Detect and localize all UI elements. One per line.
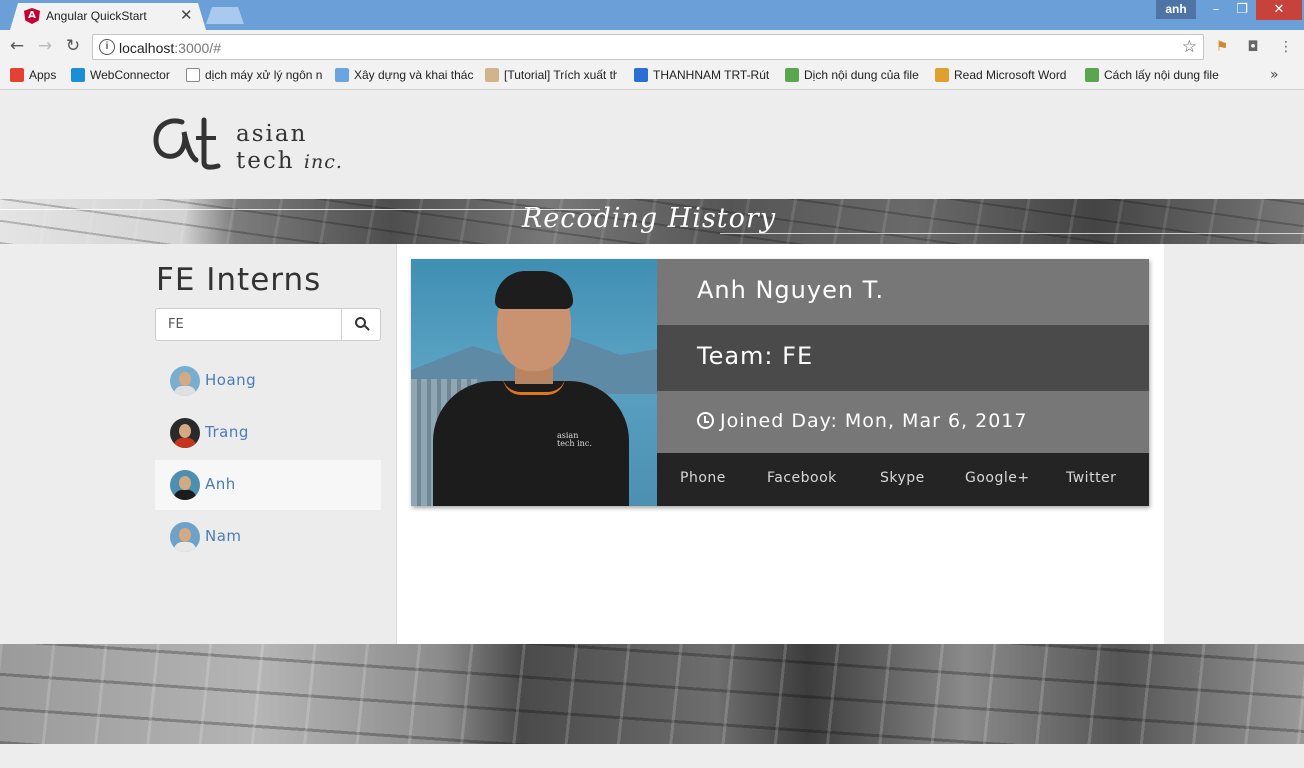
page-body: asian tech inc. Recoding History FE Inte… <box>0 91 1304 768</box>
clock-icon <box>697 412 714 429</box>
search-input[interactable]: FE <box>155 308 342 341</box>
bookmark-item[interactable]: [Tutorial] Trích xuất th <box>485 68 617 86</box>
avatar <box>170 418 200 448</box>
bookmark-label: [Tutorial] Trích xuất th <box>504 68 617 82</box>
back-arrow-icon[interactable]: ← <box>6 35 28 57</box>
site-info-icon[interactable]: i <box>99 39 115 55</box>
bookmark-label: WebConnector <box>90 68 170 82</box>
address-bar[interactable]: i localhost:3000/# ☆ <box>92 34 1204 60</box>
bookmark-item[interactable]: Cách lấy nội dung file <box>1085 68 1225 86</box>
bookmark-item[interactable]: Read Microsoft Word <box>935 68 1073 86</box>
intern-name: Hoang <box>205 371 257 389</box>
footer-banner <box>0 644 1304 744</box>
intern-list-item[interactable]: Trang <box>155 408 381 458</box>
bookmark-label: THANHNAM TRT-Rút <box>653 68 770 82</box>
social-link-facebook[interactable]: Facebook <box>767 470 837 486</box>
profile-joined: Joined Day: Mon, Mar 6, 2017 <box>720 410 1028 432</box>
bookmark-label: Read Microsoft Word <box>954 68 1067 82</box>
profile-team-row: Team: FE <box>657 325 1149 391</box>
intern-list-item[interactable]: Anh <box>155 460 381 510</box>
bookmark-label: Dịch nội dung của file <box>804 68 919 82</box>
bookmark-item[interactable]: dịch máy xử lý ngôn n <box>186 68 324 86</box>
bookmark-label: Cách lấy nội dung file <box>1104 68 1219 82</box>
new-tab-button[interactable] <box>206 7 244 24</box>
intern-name: Anh <box>205 475 236 493</box>
bookmark-label: Apps <box>29 68 57 82</box>
profile-joined-row: Joined Day: Mon, Mar 6, 2017 <box>657 391 1149 453</box>
sidebar-title: FE Interns <box>156 262 322 298</box>
profile-photo: asian tech inc. <box>411 259 657 506</box>
chrome-icon <box>785 68 799 82</box>
tab-title: Angular QuickStart <box>46 9 147 23</box>
bookmark-label: dịch máy xử lý ngôn n <box>205 68 323 82</box>
globe-icon <box>634 68 648 82</box>
banner-title: Recoding History <box>521 203 777 234</box>
tab-close-icon[interactable]: ✕ <box>180 6 193 24</box>
avatar <box>170 366 200 396</box>
browser-toolbar: ← → ↻ i localhost:3000/# ☆ ⚑ ◘ ⋮ <box>0 30 1304 63</box>
header-banner: Recoding History <box>0 199 1304 244</box>
extension-flag-icon[interactable]: ⚑ <box>1214 39 1230 55</box>
bookmark-item[interactable]: Apps <box>10 68 62 86</box>
avatar-icon <box>485 68 499 82</box>
forward-arrow-icon[interactable]: → <box>34 35 56 57</box>
profile-team: Team: FE <box>697 342 814 370</box>
social-links-bar: Phone Facebook Skype Google+ Twitter <box>657 453 1149 506</box>
chrome-menu-icon[interactable]: ⋮ <box>1278 39 1294 55</box>
webconnector-icon <box>71 68 85 82</box>
bookmarks-overflow-chevron-icon[interactable]: » <box>1270 67 1279 83</box>
intern-name: Nam <box>205 527 242 545</box>
profile-name-row: Anh Nguyen T. <box>657 259 1149 325</box>
intern-list-item[interactable]: Hoang <box>155 356 381 406</box>
avatar <box>170 522 200 552</box>
asian-tech-logo[interactable]: asian tech inc. <box>152 116 352 176</box>
profile-user-button[interactable]: anh <box>1156 0 1196 19</box>
bookmark-item[interactable]: THANHNAM TRT-Rút <box>634 68 774 86</box>
browser-tab-active[interactable]: A Angular QuickStart ✕ <box>10 3 206 30</box>
apps-grid-icon <box>10 68 24 82</box>
bookmark-label: Xây dựng và khai thác <box>354 68 474 82</box>
social-link-skype[interactable]: Skype <box>880 470 925 486</box>
logo-wordmark: asian tech inc. <box>236 121 343 174</box>
bookmark-item[interactable]: WebConnector <box>71 68 176 86</box>
social-link-twitter[interactable]: Twitter <box>1066 470 1116 486</box>
social-link-google-plus[interactable]: Google+ <box>965 470 1030 486</box>
bookmark-item[interactable]: Xây dựng và khai thác <box>335 68 475 86</box>
profile-card: asian tech inc. Anh Nguyen T. Team: FE Jo… <box>411 259 1149 506</box>
screenshot-camera-icon[interactable]: ◘ <box>1245 39 1261 55</box>
page-icon <box>186 68 200 82</box>
intern-name: Trang <box>205 423 249 441</box>
bookmark-star-icon[interactable]: ☆ <box>1182 37 1197 57</box>
bookmarks-bar: Apps WebConnector dịch máy xử lý ngôn n Xây… <box>0 63 1304 90</box>
window-close-button[interactable]: ✕ <box>1256 0 1302 20</box>
asian-tech-logo-mark-icon <box>153 117 221 170</box>
search-button[interactable] <box>341 308 381 341</box>
window-restore-button[interactable]: ❐ <box>1229 0 1255 20</box>
interns-sidebar: FE Interns FE Hoang Trang Anh Nam <box>140 244 397 644</box>
chrome-icon <box>1085 68 1099 82</box>
angular-favicon-icon: A <box>24 8 40 24</box>
person-icon <box>335 68 349 82</box>
browser-titlebar: A Angular QuickStart ✕ anh – ❐ ✕ <box>0 0 1304 30</box>
window-minimize-button[interactable]: – <box>1203 0 1229 20</box>
m-icon <box>935 68 949 82</box>
profile-name: Anh Nguyen T. <box>697 276 885 304</box>
social-link-phone[interactable]: Phone <box>680 470 726 486</box>
avatar <box>170 470 200 500</box>
shirt-logo: asian tech inc. <box>557 431 592 448</box>
url-text[interactable]: localhost:3000/# <box>119 40 221 56</box>
intern-list-item[interactable]: Nam <box>155 512 381 562</box>
main-container: FE Interns FE Hoang Trang Anh Nam asian tech… <box>140 244 1164 644</box>
reload-icon[interactable]: ↻ <box>62 35 84 57</box>
bookmark-item[interactable]: Dịch nội dung của file <box>785 68 923 86</box>
